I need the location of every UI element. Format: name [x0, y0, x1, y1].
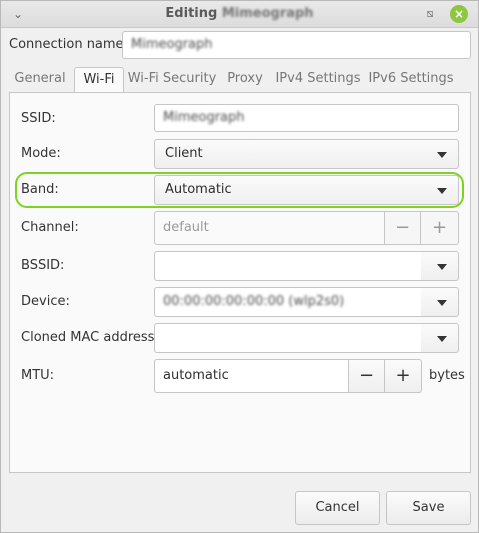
dropdown-arrow-icon — [437, 152, 447, 158]
tab-wifi[interactable]: Wi-Fi — [74, 67, 124, 93]
band-select[interactable]: Automatic — [154, 175, 459, 205]
channel-input[interactable]: default — [154, 211, 385, 245]
save-button[interactable]: Save — [386, 491, 471, 525]
tab-ipv4-settings[interactable]: IPv4 Settings — [273, 67, 363, 92]
dropdown-arrow-icon — [437, 188, 447, 194]
cloned-mac-combo[interactable] — [154, 323, 459, 353]
tab-wifi-security[interactable]: Wi-Fi Security — [126, 67, 218, 92]
bssid-dropdown-button[interactable] — [421, 251, 459, 281]
connection-name-input[interactable]: Mimeograph — [122, 31, 471, 59]
mtu-increment-button[interactable]: + — [385, 359, 422, 393]
ssid-value: Mimeograph — [163, 110, 245, 125]
device-combo[interactable]: 00:00:00:00:00:00 (wlp2s0) — [154, 287, 459, 317]
connection-name-value: Mimeograph — [131, 37, 213, 52]
window-title: Editing Mimeograph — [1, 6, 478, 21]
channel-decrement-button[interactable]: − — [385, 211, 421, 245]
mtu-decrement-button[interactable]: − — [349, 359, 385, 393]
mtu-unit: bytes — [429, 368, 465, 383]
cloned-mac-input[interactable] — [154, 323, 422, 353]
channel-label: Channel: — [21, 220, 79, 235]
bssid-label: BSSID: — [21, 258, 65, 273]
title-connection-name: Mimeograph — [221, 6, 314, 21]
mode-select[interactable]: Client — [154, 139, 459, 169]
dropdown-arrow-icon — [437, 336, 447, 342]
device-value: 00:00:00:00:00:00 (wlp2s0) — [163, 294, 345, 309]
device-input[interactable]: 00:00:00:00:00:00 (wlp2s0) — [154, 287, 422, 317]
mtu-spinner[interactable]: automatic − + — [154, 359, 422, 393]
bssid-input[interactable] — [154, 251, 422, 281]
dropdown-arrow-icon — [437, 300, 447, 306]
device-dropdown-button[interactable] — [421, 287, 459, 317]
band-value: Automatic — [165, 182, 232, 197]
cloned-mac-label: Cloned MAC address: — [21, 330, 159, 345]
tab-bar: General Wi-Fi Wi-Fi Security Proxy IPv4 … — [9, 67, 471, 93]
dialog-window: ⌄ Editing Mimeograph ⧅ × Connection name… — [0, 0, 479, 533]
dropdown-arrow-icon — [437, 264, 447, 270]
mode-value: Client — [165, 146, 203, 161]
channel-spinner[interactable]: default − + — [154, 211, 459, 245]
mtu-input[interactable]: automatic — [154, 359, 349, 393]
channel-increment-button[interactable]: + — [421, 211, 459, 245]
title-bar: ⌄ Editing Mimeograph ⧅ × — [1, 1, 478, 28]
title-prefix: Editing — [165, 6, 218, 21]
connection-name-label: Connection name: — [9, 37, 128, 52]
tab-proxy[interactable]: Proxy — [221, 67, 269, 92]
mtu-label: MTU: — [21, 368, 55, 383]
tab-ipv6-settings[interactable]: IPv6 Settings — [366, 67, 456, 92]
restore-icon[interactable]: ⧅ — [421, 5, 439, 23]
ssid-label: SSID: — [21, 111, 56, 126]
cloned-mac-dropdown-button[interactable] — [421, 323, 459, 353]
cancel-button[interactable]: Cancel — [295, 491, 380, 525]
device-label: Device: — [21, 294, 70, 309]
ssid-input[interactable]: Mimeograph — [154, 104, 459, 132]
mode-label: Mode: — [21, 146, 61, 161]
bssid-combo[interactable] — [154, 251, 459, 281]
tab-general[interactable]: General — [9, 67, 71, 92]
band-label: Band: — [21, 182, 59, 197]
close-icon[interactable]: × — [450, 5, 468, 23]
